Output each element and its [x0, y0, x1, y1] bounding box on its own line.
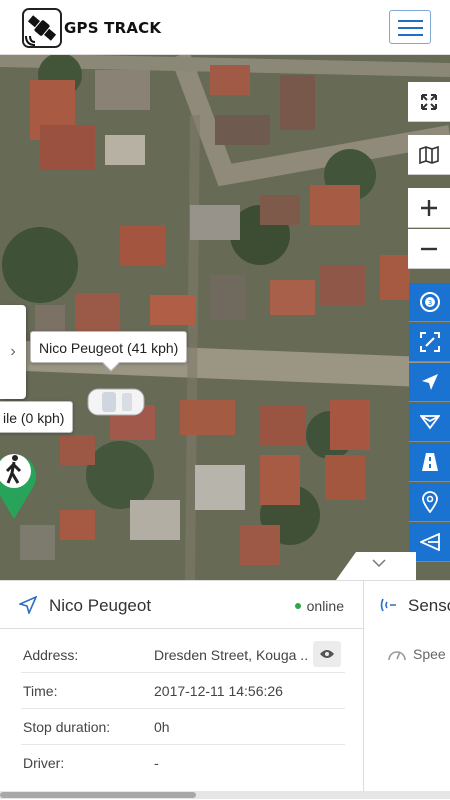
speed-limit-button[interactable]: 3	[409, 283, 450, 322]
traffic-icon	[421, 453, 438, 471]
satellite-logo-icon	[22, 8, 62, 48]
map-icon	[419, 145, 439, 164]
info-row-driver: Driver: -	[21, 745, 345, 781]
location-pin-icon	[421, 491, 438, 513]
status-badge: online	[294, 598, 344, 614]
map-layers-button[interactable]	[408, 135, 450, 175]
zoom-out-button[interactable]	[408, 229, 450, 269]
traffic-button[interactable]	[409, 443, 450, 482]
speed-limit-icon: 3	[419, 292, 440, 312]
scrollbar-thumb[interactable]	[0, 792, 196, 798]
panel-toggle-button[interactable]	[336, 552, 416, 580]
device-label-text-2: ile (0 kph)	[3, 410, 65, 426]
show-address-button[interactable]	[313, 641, 341, 667]
route-icon	[419, 415, 440, 430]
device-label-tooltip-2: ile (0 kph)	[0, 401, 74, 433]
device-card: Nico Peugeot online Address: Dresden Str…	[0, 581, 364, 791]
sensor-item-speed: Spee	[387, 645, 446, 663]
app-title: GPS TRACK	[64, 19, 162, 37]
row-label: Address:	[23, 647, 79, 663]
logo[interactable]: GPS TRACK	[22, 8, 161, 48]
info-row-stop-duration: Stop duration: 0h	[21, 709, 345, 745]
person-marker-icon[interactable]	[0, 441, 40, 521]
send-icon	[419, 533, 440, 551]
zoom-in-button[interactable]	[408, 188, 450, 228]
navigation-arrow-icon	[421, 374, 438, 390]
info-row-time: Time: 2017-12-11 14:56:26	[21, 673, 345, 709]
device-label-tooltip: Nico Peugeot (41 kph)	[30, 331, 188, 372]
map-view[interactable]: 3 › Nico Peugeot (41 kph) ile (0 kph)	[0, 55, 450, 580]
svg-text:3: 3	[427, 299, 431, 307]
satellite-dish-icon	[380, 598, 396, 612]
sensors-title: Senso	[408, 596, 450, 615]
crop-button[interactable]	[409, 323, 450, 362]
fullscreen-button[interactable]	[408, 82, 450, 122]
row-value: -	[154, 755, 159, 771]
expand-icon	[421, 93, 437, 110]
minus-icon	[421, 247, 437, 250]
plus-icon	[421, 199, 437, 216]
eye-icon	[320, 650, 334, 658]
info-row-address: Address: Dresden Street, Kouga ...	[21, 637, 345, 673]
device-info-panel: Nico Peugeot online Address: Dresden Str…	[0, 580, 450, 800]
row-label: Stop duration:	[23, 719, 111, 735]
status-text: online	[306, 598, 344, 614]
speedometer-icon	[388, 651, 406, 661]
location-pin-button[interactable]	[409, 483, 450, 522]
row-label: Time:	[23, 683, 58, 699]
row-value: Dresden Street, Kouga ...	[154, 647, 309, 663]
row-value: 2017-12-11 14:56:26	[154, 683, 283, 699]
row-value: 0h	[154, 719, 170, 735]
car-marker-icon[interactable]	[86, 383, 148, 419]
row-label: Driver:	[23, 755, 65, 771]
navigation-button[interactable]	[409, 363, 450, 402]
sensors-card: Senso Spee	[365, 581, 450, 791]
sidebar-toggle-button[interactable]: ›	[0, 305, 26, 399]
route-button[interactable]	[409, 403, 450, 442]
crop-icon	[419, 332, 440, 352]
satellite-imagery	[0, 55, 450, 580]
device-name: Nico Peugeot	[49, 596, 152, 615]
menu-hamburger-icon[interactable]	[389, 10, 431, 44]
sensor-label: Spee	[413, 646, 446, 662]
horizontal-scrollbar[interactable]	[0, 791, 450, 799]
online-dot-icon	[294, 603, 301, 609]
device-card-header[interactable]: Nico Peugeot online	[0, 581, 363, 629]
app-header: GPS TRACK	[0, 0, 450, 55]
chevron-right-icon: ›	[10, 343, 16, 360]
device-label-text: Nico Peugeot (41 kph)	[39, 340, 179, 356]
navigation-arrow-icon	[19, 596, 37, 614]
